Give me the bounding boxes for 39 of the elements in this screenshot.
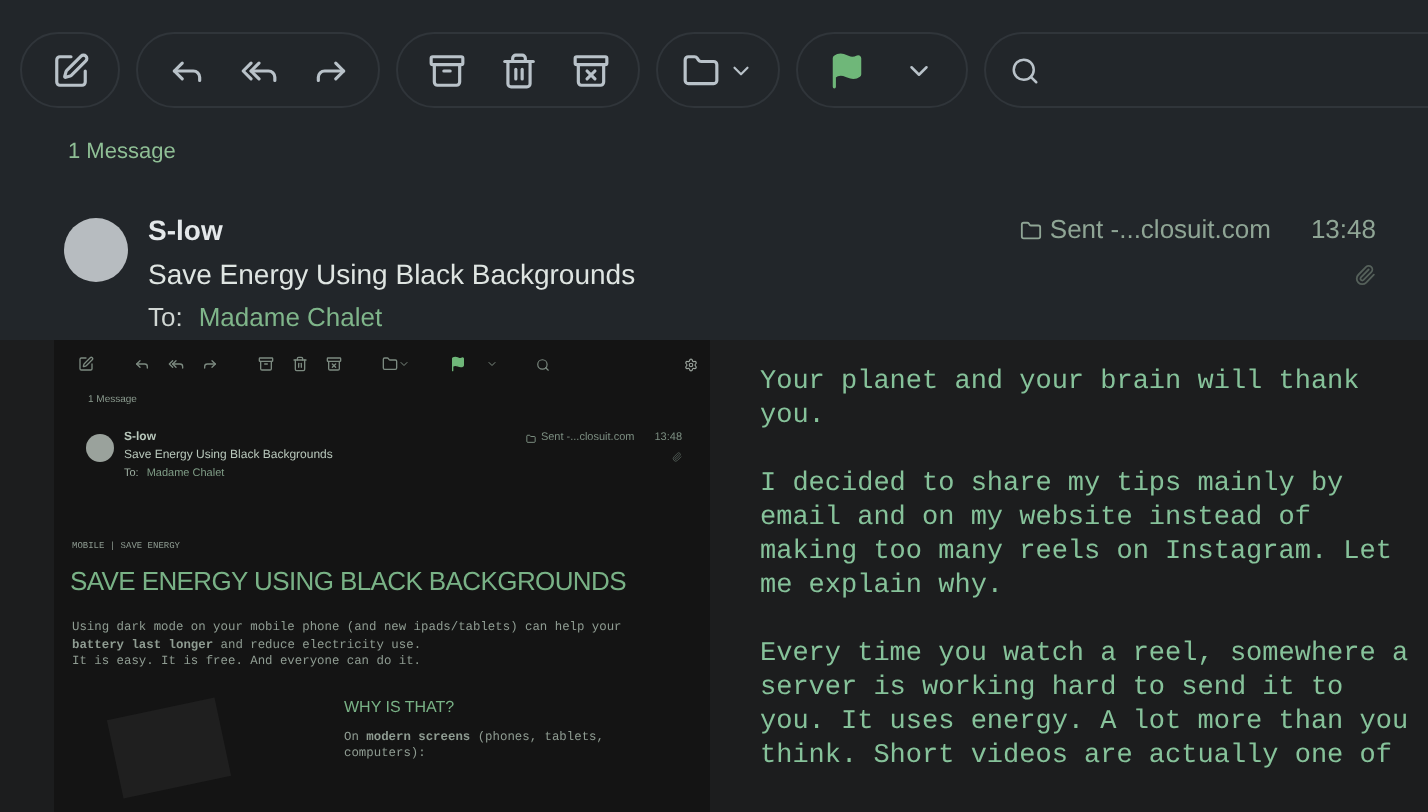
junk-icon: [326, 356, 342, 372]
mailbox-icon: [526, 433, 537, 443]
compose-icon: [51, 51, 89, 89]
junk-icon: [571, 51, 609, 89]
body-paragraph: Your planet and your brain will thank you.: [760, 366, 1362, 434]
reply-icon: [134, 356, 150, 372]
subject: Save Energy Using Black Backgrounds: [148, 255, 636, 294]
body-paragraph: I decided to share my tips mainly by email and on my website instead of making too many reels on Instagram. Let me explain why.: [760, 468, 1394, 604]
message-time: 13:48: [1310, 212, 1376, 249]
to-label: To:: [148, 299, 183, 335]
avatar: [64, 217, 128, 281]
archive-icon: [258, 356, 274, 372]
sender-name: S-low: [148, 211, 223, 249]
article-title: SAVE ENERGY USING BLACK BACKGROUNDS: [70, 563, 626, 599]
search-field[interactable]: [984, 32, 1428, 108]
archive-icon: [427, 51, 465, 89]
chevron-down-icon: [486, 358, 498, 370]
trash-icon: [292, 356, 308, 372]
reply-all-icon: [168, 356, 184, 372]
compose-icon: [78, 356, 94, 372]
trash-icon: [499, 51, 537, 89]
recipient-name: Madame Chalet: [198, 299, 383, 335]
attachment-icon: [672, 451, 682, 461]
settings-icon: [684, 357, 698, 371]
flag-icon: [827, 51, 865, 89]
avatar: [86, 433, 114, 461]
folder-icon: [382, 356, 398, 372]
attachment-icon: [1354, 263, 1376, 285]
search-icon: [1010, 55, 1040, 85]
flag-icon: [450, 356, 466, 372]
forward-icon: [202, 356, 218, 372]
chevron-down-icon: [398, 358, 410, 370]
mailbox-icon: [1019, 219, 1042, 241]
message-count: 1 Message: [68, 138, 176, 168]
search-icon: [536, 357, 550, 371]
folder-icon: [682, 51, 720, 89]
mailbox-name: Sent -...closuit.com: [1049, 212, 1271, 249]
section-heading: WHY IS THAT?: [344, 695, 455, 719]
body-paragraph: Every time you watch a reel, somewhere a server is working hard to send it to you. It uses energy. A lot more than you think. Short videos are actually one of: [760, 638, 1411, 774]
